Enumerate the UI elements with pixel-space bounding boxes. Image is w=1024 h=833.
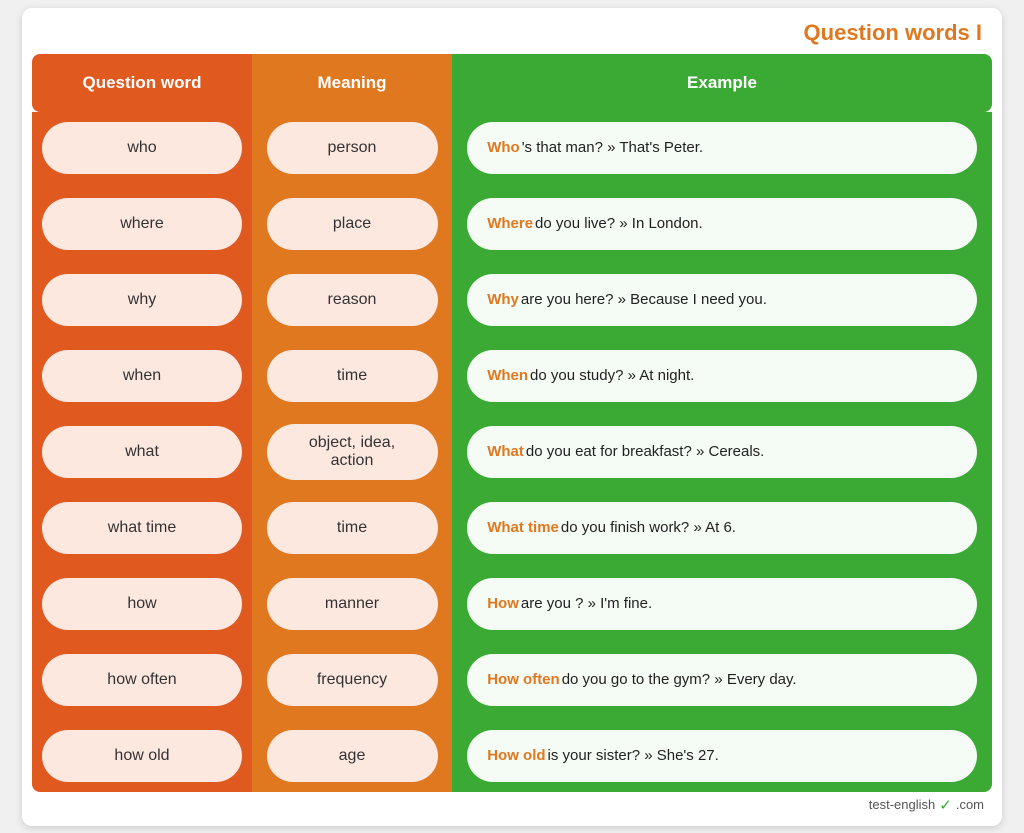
example-cell: How often do you go to the gym? » Every … xyxy=(452,644,992,716)
example-pill: How old is your sister? » She's 27. xyxy=(467,730,977,782)
question-header: Question word xyxy=(32,54,252,112)
example-text: do you finish work? » At 6. xyxy=(561,519,736,536)
meaning-pill: reason xyxy=(267,274,438,326)
example-text: are you ? » I'm fine. xyxy=(521,595,652,612)
example-highlight: What time xyxy=(487,519,559,536)
example-pill: Who's that man? » That's Peter. xyxy=(467,122,977,174)
example-text: do you eat for breakfast? » Cereals. xyxy=(526,443,764,460)
example-cell: What time do you finish work? » At 6. xyxy=(452,492,992,564)
meaning-cell: place xyxy=(252,188,452,260)
example-cell: When do you study? » At night. xyxy=(452,340,992,412)
example-highlight: Where xyxy=(487,215,533,232)
example-highlight: How old xyxy=(487,747,545,764)
question-cell: why xyxy=(32,264,252,336)
example-highlight: What xyxy=(487,443,524,460)
meaning-pill: manner xyxy=(267,578,438,630)
example-cell: What do you eat for breakfast? » Cereals… xyxy=(452,416,992,488)
question-cell: where xyxy=(32,188,252,260)
meaning-cell: object, idea, action xyxy=(252,416,452,488)
question-cell: what time xyxy=(32,492,252,564)
meaning-cell: time xyxy=(252,492,452,564)
meaning-pill: person xyxy=(267,122,438,174)
example-pill: Where do you live? » In London. xyxy=(467,198,977,250)
question-pill: where xyxy=(42,198,242,250)
column-example: Example xyxy=(452,54,992,112)
question-cell: what xyxy=(32,416,252,488)
meaning-cell: age xyxy=(252,720,452,792)
example-text: do you live? » In London. xyxy=(535,215,703,232)
meaning-header: Meaning xyxy=(252,54,452,112)
example-pill: When do you study? » At night. xyxy=(467,350,977,402)
example-pill: How are you ? » I'm fine. xyxy=(467,578,977,630)
question-pill: when xyxy=(42,350,242,402)
footer: test-english ✓ .com xyxy=(22,792,1002,814)
meaning-pill: time xyxy=(267,502,438,554)
question-cell: when xyxy=(32,340,252,412)
example-cell: How old is your sister? » She's 27. xyxy=(452,720,992,792)
question-cell: how often xyxy=(32,644,252,716)
check-icon: ✓ xyxy=(939,796,952,814)
meaning-cell: frequency xyxy=(252,644,452,716)
meaning-cell: manner xyxy=(252,568,452,640)
meaning-pill: age xyxy=(267,730,438,782)
example-cell: Who's that man? » That's Peter. xyxy=(452,112,992,184)
example-highlight: How xyxy=(487,595,519,612)
question-cell: who xyxy=(32,112,252,184)
question-pill: what time xyxy=(42,502,242,554)
example-cell: Where do you live? » In London. xyxy=(452,188,992,260)
footer-text: test-english xyxy=(869,797,935,812)
example-pill: What do you eat for breakfast? » Cereals… xyxy=(467,426,977,478)
example-highlight: Why xyxy=(487,291,519,308)
footer-domain: .com xyxy=(956,797,984,812)
question-cell: how old xyxy=(32,720,252,792)
example-header: Example xyxy=(452,54,992,112)
question-pill: who xyxy=(42,122,242,174)
column-meaning: Meaning xyxy=(252,54,452,112)
main-card: Question words I Question word Meaning E… xyxy=(22,8,1002,826)
example-pill: How often do you go to the gym? » Every … xyxy=(467,654,977,706)
question-pill: what xyxy=(42,426,242,478)
example-cell: How are you ? » I'm fine. xyxy=(452,568,992,640)
page-title: Question words I xyxy=(22,8,1002,54)
question-pill: how xyxy=(42,578,242,630)
question-cell: how xyxy=(32,568,252,640)
example-text: is your sister? » She's 27. xyxy=(548,747,719,764)
question-pill: how often xyxy=(42,654,242,706)
meaning-pill: frequency xyxy=(267,654,438,706)
example-highlight: Who xyxy=(487,139,519,156)
example-text: are you here? » Because I need you. xyxy=(521,291,767,308)
meaning-pill: object, idea, action xyxy=(267,424,438,480)
example-highlight: How often xyxy=(487,671,560,688)
example-pill: What time do you finish work? » At 6. xyxy=(467,502,977,554)
example-pill: Why are you here? » Because I need you. xyxy=(467,274,977,326)
example-text: 's that man? » That's Peter. xyxy=(522,139,703,156)
meaning-cell: reason xyxy=(252,264,452,336)
meaning-pill: time xyxy=(267,350,438,402)
table-wrapper: Question word Meaning Example xyxy=(32,54,992,112)
example-text: do you study? » At night. xyxy=(530,367,694,384)
example-cell: Why are you here? » Because I need you. xyxy=(452,264,992,336)
column-question: Question word xyxy=(32,54,252,112)
meaning-cell: person xyxy=(252,112,452,184)
example-text: do you go to the gym? » Every day. xyxy=(562,671,797,688)
meaning-pill: place xyxy=(267,198,438,250)
question-pill: how old xyxy=(42,730,242,782)
question-pill: why xyxy=(42,274,242,326)
meaning-cell: time xyxy=(252,340,452,412)
example-highlight: When xyxy=(487,367,528,384)
